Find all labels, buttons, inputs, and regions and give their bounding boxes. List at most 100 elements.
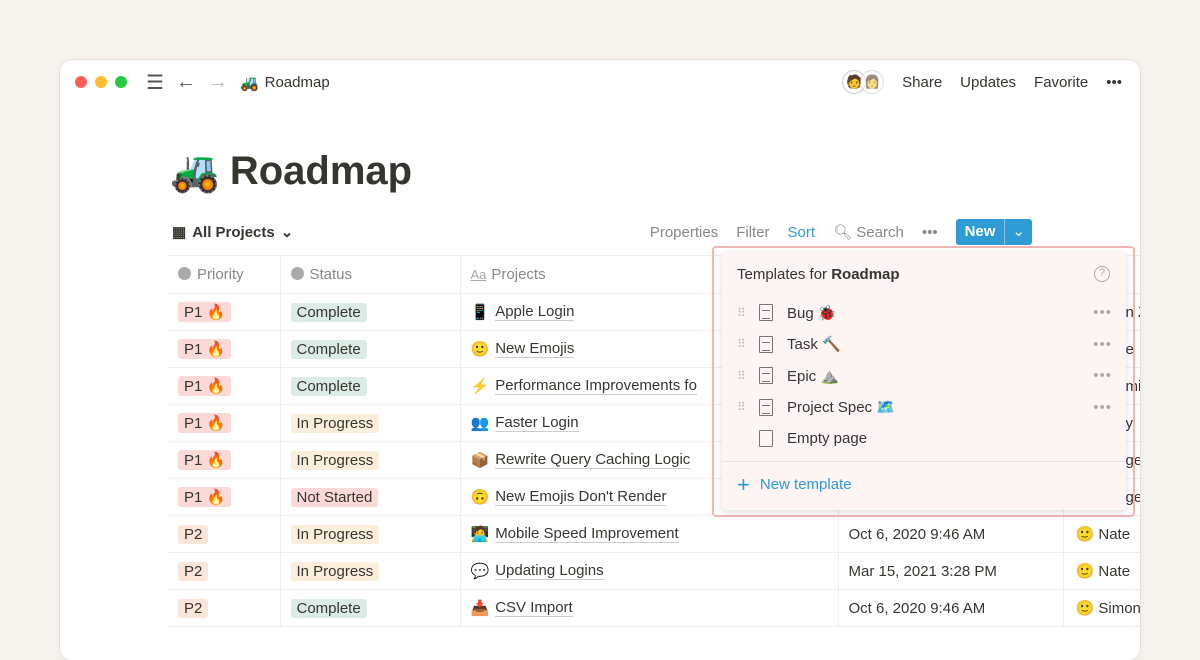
view-selector[interactable]: ▦ All Projects ⌄ [172, 223, 293, 242]
priority-cell[interactable]: P2 [168, 552, 281, 590]
filter-button[interactable]: Filter [736, 224, 769, 241]
new-button-group: New ⌄ [955, 219, 1032, 245]
top-bar: ☰ ← → 🚜 Roadmap 🧑 👩 Share Updates Favorit… [60, 60, 1140, 104]
table-row[interactable]: P2 In Progress 💬 Updating Logins Mar 15, … [168, 552, 1140, 590]
column-header-priority[interactable]: Priority [168, 255, 281, 294]
template-item[interactable]: ⠿ Project Spec 🗺️ ••• [722, 392, 1126, 424]
help-icon[interactable]: ? [1094, 266, 1110, 282]
person-cell[interactable]: 🙂 Nate [1063, 552, 1140, 590]
page-icon [759, 335, 773, 353]
header-label: Projects [491, 266, 546, 283]
close-window-button[interactable] [75, 76, 87, 88]
column-header-status[interactable]: Status [280, 255, 461, 294]
share-button[interactable]: Share [902, 74, 942, 91]
avatar: 👩 [860, 70, 885, 94]
sort-button[interactable]: Sort [788, 224, 816, 241]
drag-handle-icon[interactable]: ⠿ [737, 306, 759, 320]
status-cell[interactable]: In Progress [280, 441, 461, 479]
breadcrumb[interactable]: 🚜 Roadmap [240, 74, 330, 92]
status-tag: Complete [290, 598, 367, 618]
project-title[interactable]: Mobile Speed Improvement [495, 525, 679, 543]
date-cell[interactable]: Oct 6, 2020 9:46 AM [838, 589, 1064, 627]
updates-button[interactable]: Updates [960, 74, 1016, 91]
priority-tag: P1 🔥 [178, 339, 232, 359]
project-title[interactable]: New Emojis [495, 340, 575, 358]
project-cell[interactable]: 🧑‍💻 Mobile Speed Improvement [460, 515, 839, 553]
select-property-icon [178, 267, 191, 280]
app-window: ☰ ← → 🚜 Roadmap 🧑 👩 Share Updates Favorit… [60, 60, 1140, 660]
project-title[interactable]: Performance Improvements fo [495, 377, 697, 395]
priority-cell[interactable]: P1 🔥 [168, 330, 281, 368]
forward-arrow-icon[interactable]: → [208, 71, 228, 94]
drag-handle-icon[interactable]: ⠿ [737, 337, 759, 351]
menu-icon[interactable]: ☰ [146, 70, 164, 95]
plus-icon: + [737, 472, 750, 497]
project-emoji-icon: ⚡ [470, 378, 490, 395]
project-emoji-icon: 👥 [470, 415, 490, 432]
status-cell[interactable]: In Progress [280, 404, 461, 442]
status-cell[interactable]: Complete [280, 589, 461, 627]
template-item[interactable]: ⠿ Bug 🐞 ••• [722, 297, 1126, 329]
new-button[interactable]: New [956, 219, 1005, 245]
project-title[interactable]: New Emojis Don't Render [495, 488, 667, 506]
view-more-button[interactable]: ••• [922, 224, 938, 241]
person-avatar-icon: 🙂 [1075, 526, 1099, 543]
template-more-button[interactable]: ••• [1093, 304, 1112, 321]
drag-handle-icon[interactable]: ⠿ [737, 369, 759, 383]
project-title[interactable]: Apple Login [495, 303, 575, 321]
template-more-button[interactable]: ••• [1093, 367, 1112, 384]
divider [722, 461, 1126, 462]
traffic-lights [75, 76, 135, 88]
empty-page-icon [759, 430, 773, 448]
priority-cell[interactable]: P1 🔥 [168, 293, 281, 331]
project-title[interactable]: Updating Logins [495, 562, 604, 580]
priority-cell[interactable]: P2 [168, 589, 281, 627]
template-more-button[interactable]: ••• [1093, 399, 1112, 416]
date-cell[interactable]: Mar 15, 2021 3:28 PM [838, 552, 1064, 590]
priority-cell[interactable]: P1 🔥 [168, 441, 281, 479]
maximize-window-button[interactable] [115, 76, 127, 88]
status-cell[interactable]: Not Started [280, 478, 461, 516]
project-cell[interactable]: 📥 CSV Import [460, 589, 839, 627]
status-cell[interactable]: Complete [280, 293, 461, 331]
view-toolbar: ▦ All Projects ⌄ Properties Filter Sort 🔍︎… [172, 218, 1032, 246]
person-cell[interactable]: 🙂 Nate [1063, 515, 1140, 553]
status-tag: Not Started [290, 487, 379, 507]
status-cell[interactable]: In Progress [280, 552, 461, 590]
favorite-button[interactable]: Favorite [1034, 74, 1088, 91]
drag-handle-icon[interactable]: ⠿ [737, 400, 759, 414]
status-tag: Complete [290, 376, 367, 396]
new-template-button[interactable]: + New template [737, 472, 852, 497]
priority-tag: P1 🔥 [178, 413, 232, 433]
project-title[interactable]: CSV Import [495, 599, 573, 617]
table-row[interactable]: P2 Complete 📥 CSV Import Oct 6, 2020 9:46… [168, 589, 1140, 627]
status-tag: In Progress [290, 450, 380, 470]
new-dropdown-button[interactable]: ⌄ [1004, 219, 1032, 245]
template-more-button[interactable]: ••• [1093, 336, 1112, 353]
table-row[interactable]: P2 In Progress 🧑‍💻 Mobile Speed Improveme… [168, 515, 1140, 553]
more-options-button[interactable]: ••• [1106, 74, 1122, 91]
priority-cell[interactable]: P1 🔥 [168, 367, 281, 405]
status-cell[interactable]: Complete [280, 367, 461, 405]
status-cell[interactable]: Complete [280, 330, 461, 368]
date-cell[interactable]: Oct 6, 2020 9:46 AM [838, 515, 1064, 553]
page-title[interactable]: 🚜 Roadmap [170, 148, 412, 195]
person-cell[interactable]: 🙂 Simon [1063, 589, 1140, 627]
properties-button[interactable]: Properties [650, 224, 718, 241]
priority-cell[interactable]: P1 🔥 [168, 478, 281, 516]
empty-page-item[interactable]: Empty page [722, 423, 1126, 455]
priority-cell[interactable]: P1 🔥 [168, 404, 281, 442]
project-cell[interactable]: 💬 Updating Logins [460, 552, 839, 590]
template-item[interactable]: ⠿ Epic ⛰️ ••• [722, 360, 1126, 392]
search-button[interactable]: 🔍︎ Search [833, 223, 904, 241]
back-arrow-icon[interactable]: ← [176, 71, 196, 94]
priority-tag: P1 🔥 [178, 376, 232, 396]
priority-tag: P2 [178, 524, 209, 544]
template-item[interactable]: ⠿ Task 🔨 ••• [722, 329, 1126, 361]
minimize-window-button[interactable] [95, 76, 107, 88]
project-title[interactable]: Faster Login [495, 414, 579, 432]
collaborator-avatars[interactable]: 🧑 👩 [842, 70, 885, 94]
priority-cell[interactable]: P2 [168, 515, 281, 553]
status-cell[interactable]: In Progress [280, 515, 461, 553]
project-title[interactable]: Rewrite Query Caching Logic [495, 451, 691, 469]
